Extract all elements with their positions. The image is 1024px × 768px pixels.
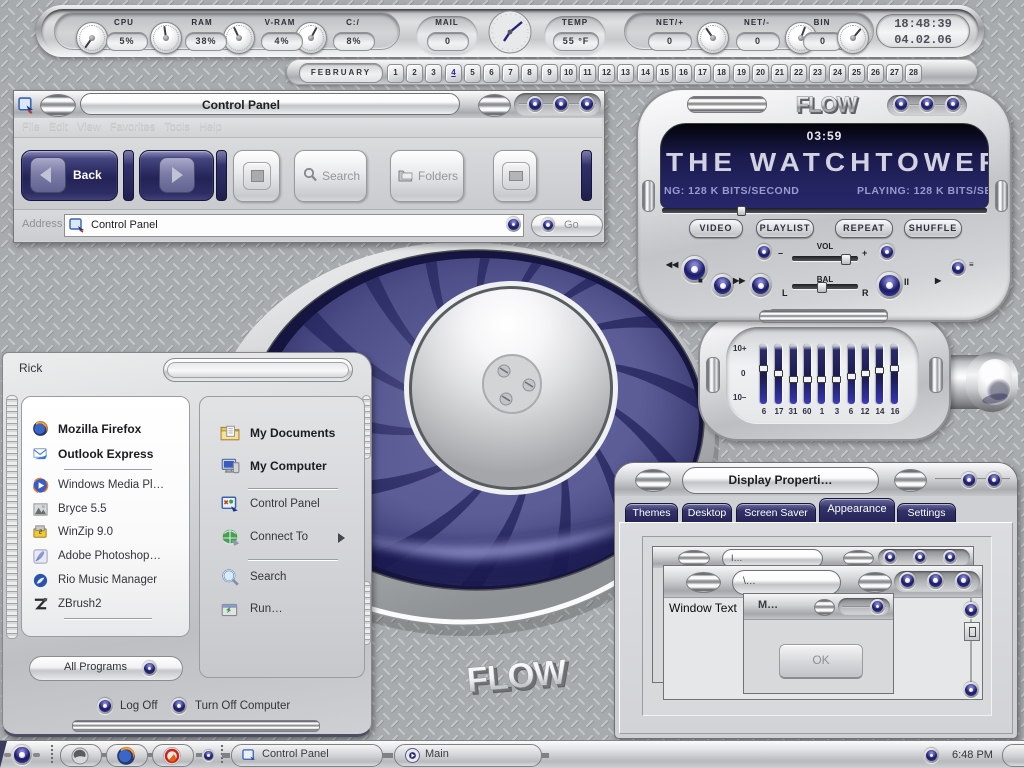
svg-text:FLOW: FLOW — [796, 92, 858, 117]
